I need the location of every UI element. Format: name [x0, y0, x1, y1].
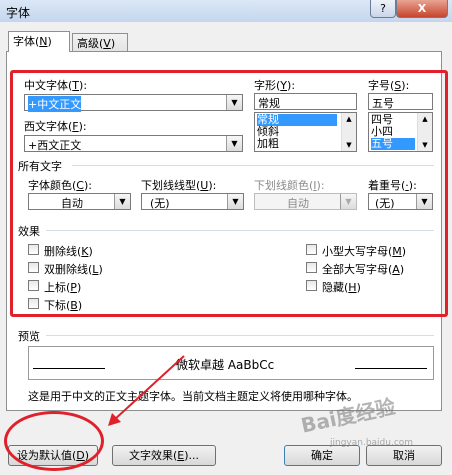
annotation-circle [4, 411, 104, 471]
preview-heading: 预览 [18, 330, 40, 343]
window-title: 字体 [6, 6, 31, 20]
tab-advanced[interactable]: 高级(V) [72, 33, 128, 52]
close-button[interactable]: X [396, 0, 448, 18]
preview-sample-text: 微软卓越 AaBbCc [176, 358, 275, 372]
help-button[interactable]: ? [370, 0, 396, 18]
tab-font[interactable]: 字体(N) [8, 31, 70, 52]
watermark-url: jingyan.baidu.com [330, 438, 414, 448]
preview-box: 微软卓越 AaBbCc [28, 346, 434, 380]
close-icon: X [417, 2, 427, 15]
preview-baseline-right [355, 368, 427, 369]
preview-description: 这是用于中文的正文主题字体。当前文档主题定义将使用哪种字体。 [28, 390, 358, 403]
divider [46, 335, 434, 336]
annotation-highlight-box [10, 70, 448, 317]
annotation-arrow [108, 355, 185, 426]
text-effects-button[interactable]: 文字效果(E)... [112, 445, 216, 466]
cancel-button[interactable]: 取消 [366, 445, 442, 466]
preview-baseline-left [33, 368, 105, 369]
ok-button[interactable]: 确定 [284, 445, 360, 466]
